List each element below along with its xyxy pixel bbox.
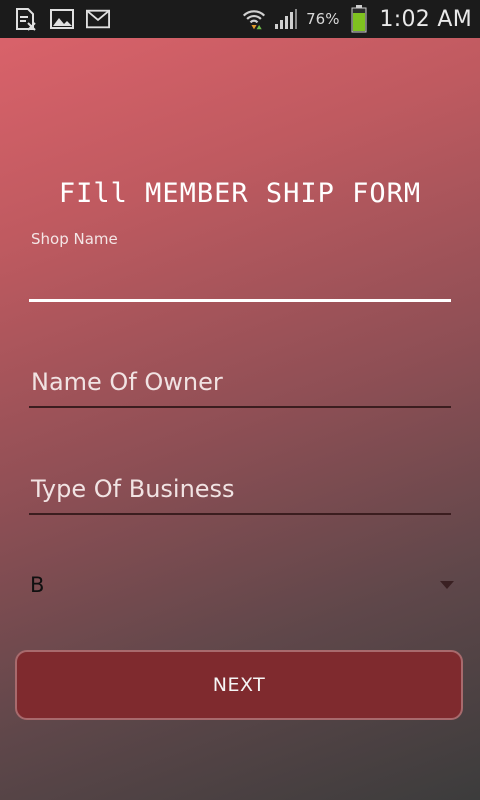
signal-icon bbox=[274, 7, 298, 31]
dropdown-arrow-icon[interactable] bbox=[440, 581, 454, 589]
owner-name-underline bbox=[29, 406, 451, 408]
next-button[interactable]: NEXT bbox=[15, 650, 463, 720]
business-type-placeholder: Type Of Business bbox=[31, 475, 235, 503]
page-title: FIll MEMBER SHIP FORM bbox=[58, 178, 422, 209]
shop-name-field[interactable] bbox=[29, 243, 451, 301]
spinner-selected-value: B bbox=[30, 573, 45, 597]
business-type-underline bbox=[29, 513, 451, 515]
battery-percent: 76% bbox=[306, 10, 340, 28]
owner-name-placeholder: Name Of Owner bbox=[31, 368, 223, 396]
wifi-icon bbox=[242, 7, 266, 31]
clock: 1:02 AM bbox=[379, 6, 472, 32]
membership-form-screen: FIll MEMBER SHIP FORM Shop Name Name Of … bbox=[0, 38, 480, 800]
system-status: 76% 1:02 AM bbox=[242, 0, 472, 38]
battery-icon bbox=[347, 5, 371, 33]
gmail-icon bbox=[86, 7, 110, 31]
category-spinner[interactable] bbox=[29, 558, 451, 614]
image-icon bbox=[50, 7, 74, 31]
status-bar: 76% 1:02 AM bbox=[0, 0, 480, 38]
shop-name-underline bbox=[29, 299, 451, 302]
next-button-label: NEXT bbox=[212, 674, 266, 696]
notification-icons bbox=[14, 7, 110, 31]
document-icon bbox=[14, 7, 38, 31]
